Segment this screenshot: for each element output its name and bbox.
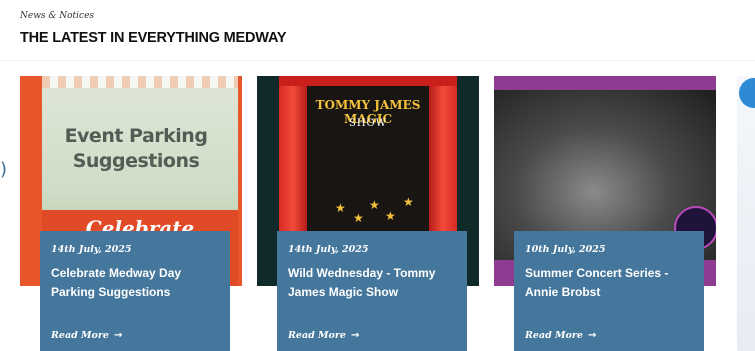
news-card-concert[interactable]: 10th July, 2025 Summer Concert Series - … xyxy=(494,76,716,351)
read-more-label: Read More xyxy=(51,330,109,341)
read-more-link[interactable]: Read More → xyxy=(51,330,122,341)
poster-subtitle: SHOW xyxy=(348,118,388,129)
star-icon: ★ xyxy=(353,211,364,225)
star-icon: ★ xyxy=(369,198,380,212)
card-title[interactable]: Summer Concert Series - Annie Brobst xyxy=(525,264,695,302)
arrow-right-icon: → xyxy=(587,330,597,341)
next-card-peek[interactable] xyxy=(737,76,755,351)
card-info-panel: 14th July, 2025 Celebrate Medway Day Par… xyxy=(40,231,230,351)
image-overlay-text: Event Parking Suggestions xyxy=(64,125,208,172)
star-icon: ★ xyxy=(403,195,414,209)
curtain-top xyxy=(279,76,457,86)
badge-icon xyxy=(739,78,755,108)
read-more-label: Read More xyxy=(288,330,346,341)
section-eyebrow: News & Notices xyxy=(20,11,95,21)
card-date: 14th July, 2025 xyxy=(288,244,369,255)
read-more-label: Read More xyxy=(525,330,583,341)
arrow-right-icon: → xyxy=(350,330,360,341)
arrow-right-icon: → xyxy=(113,330,123,341)
chevron-left-icon[interactable]: ) xyxy=(0,161,7,179)
news-card-magic-show[interactable]: TOMMY JAMES MAGIC SHOW ★ ★ ★ ★ ★ 14th Ju… xyxy=(257,76,479,351)
star-icon: ★ xyxy=(335,201,346,215)
card-title[interactable]: Wild Wednesday - Tommy James Magic Show xyxy=(288,264,458,302)
card-info-panel: 10th July, 2025 Summer Concert Series - … xyxy=(514,231,704,351)
card-info-panel: 14th July, 2025 Wild Wednesday - Tommy J… xyxy=(277,231,467,351)
card-title[interactable]: Celebrate Medway Day Parking Suggestions xyxy=(51,264,221,302)
section-title: THE LATEST IN EVERYTHING MEDWAY xyxy=(20,30,287,46)
news-card-parking[interactable]: Event Parking Suggestions Celebrate 14th… xyxy=(20,76,242,351)
card-date: 14th July, 2025 xyxy=(51,244,132,255)
read-more-link[interactable]: Read More → xyxy=(288,330,359,341)
section-divider xyxy=(0,60,755,61)
card-date: 10th July, 2025 xyxy=(525,244,606,255)
star-icon: ★ xyxy=(385,209,396,223)
read-more-link[interactable]: Read More → xyxy=(525,330,596,341)
